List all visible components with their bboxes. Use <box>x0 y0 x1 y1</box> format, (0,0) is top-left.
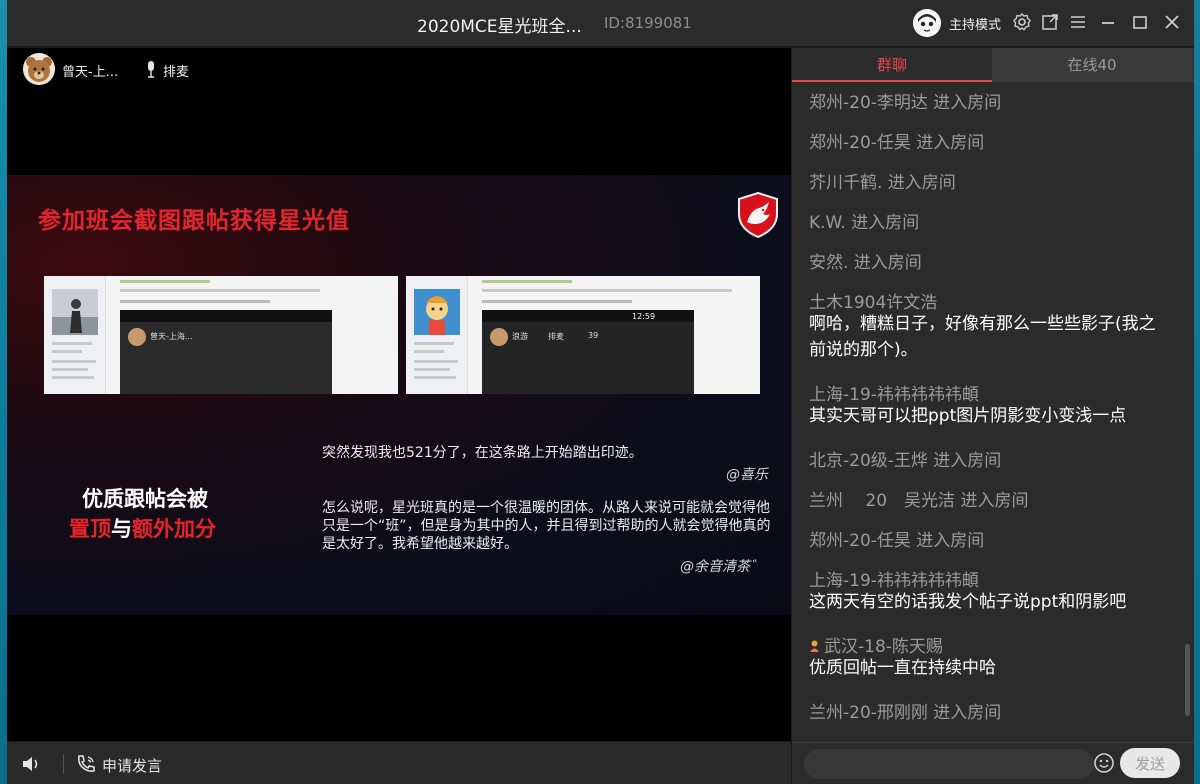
promo-line-1: 优质跟帖会被 <box>82 487 208 511</box>
chat-entry: 芥川千鹤. 进入房间 <box>809 173 956 193</box>
speaker-volume-icon[interactable] <box>21 754 43 774</box>
chat-entry: 郑州-20-任昊 进入房间 <box>809 531 985 551</box>
quote-1-author: @喜乐 <box>726 467 768 483</box>
slide-title: 参加班会截图跟帖获得星光值 <box>38 208 350 234</box>
chat-entry: 兰州 20 吴光洁 进入房间 <box>809 491 1029 511</box>
chat-sender-name: 武汉-18-陈天赐 <box>824 637 943 657</box>
chat-panel: 群聊 在线40 郑州-20-李明达 进入房间 郑州-20-任昊 进入房间 芥川千… <box>792 48 1194 784</box>
apply-speak-button[interactable]: 申请发言 <box>102 755 162 776</box>
screenshot-thumbnail-1: 曾天-上海... <box>44 276 398 394</box>
promo-highlight-bonus: 额外加分 <box>132 517 216 541</box>
minimize-icon[interactable] <box>1097 12 1119 34</box>
shared-slide: 参加班会截图跟帖获得星光值 曾天-上海... 12:59 浪游 排麦 39 突然… <box>7 175 791 615</box>
room-title: 2020MCE星光班全... <box>417 17 582 37</box>
emoji-icon[interactable] <box>1092 751 1116 775</box>
chat-message-list[interactable]: 郑州-20-李明达 进入房间 郑州-20-任昊 进入房间 芥川千鹤. 进入房间 … <box>792 82 1184 742</box>
popout-icon[interactable] <box>1039 12 1061 34</box>
desktop-edge-left <box>0 0 7 784</box>
msi-dragon-shield-logo <box>737 191 779 239</box>
chat-message-text: 这两天有空的话我发个帖子说ppt和阴影吧 <box>809 592 1127 612</box>
chat-sender[interactable]: 上海-19-祎祎祎祎祎頔 <box>809 566 979 591</box>
quote-2-author: @余音清茶゛ <box>680 559 764 575</box>
settings-gear-icon[interactable] <box>1011 12 1033 34</box>
chat-input-bar: 发送 <box>792 742 1194 784</box>
bottom-toolbar: 申请发言 <box>7 741 791 784</box>
menu-icon[interactable] <box>1067 12 1089 34</box>
title-bar: 2020MCE星光班全... ID:8199081 主持模式 <box>7 0 1194 47</box>
chat-message-text: 优质回帖一直在持续中哈 <box>809 658 996 678</box>
quote-1: 突然发现我也521分了，在这条路上开始踏出印迹。 <box>322 445 643 461</box>
promo-line-2: 置顶与额外加分 <box>69 513 216 543</box>
maximize-icon[interactable] <box>1129 12 1151 34</box>
shot2-phone-speaker: 浪游 <box>512 332 528 341</box>
desktop-edge-right <box>1194 0 1200 784</box>
send-button[interactable]: 发送 <box>1120 748 1180 778</box>
user-badge-icon <box>809 637 820 652</box>
quote-2: 怎么说呢，星光班真的是一个很温暖的团体。从路人来说可能就会觉得他只是一个“班”，… <box>322 500 771 552</box>
chat-sender[interactable]: 上海-19-祎祎祎祎祎頔 <box>809 380 979 405</box>
chat-sender-with-badge[interactable]: 武汉-18-陈天赐 <box>809 632 943 657</box>
shot2-phone-count: 39 <box>588 331 599 340</box>
shot2-phone-time: 12:59 <box>632 312 656 321</box>
main-stage: 曾天-上... 排麦 参加班会截图跟帖获得星光值 曾天-上海... 12:59 … <box>7 48 791 741</box>
tab-online-users[interactable]: 在线40 <box>992 48 1192 82</box>
chat-entry: 安然. 进入房间 <box>809 253 922 273</box>
speaker-name: 曾天-上... <box>62 65 119 80</box>
toolbar-divider <box>63 754 64 774</box>
chat-entry: 郑州-20-任昊 进入房间 <box>809 133 985 153</box>
room-id: ID:8199081 <box>604 14 692 32</box>
chat-message-text: 其实天哥可以把ppt图片阴影变小变浅一点 <box>809 406 1127 426</box>
chat-scrollbar[interactable] <box>1185 644 1190 716</box>
chat-entry: 兰州-20-邢刚刚 进入房间 <box>809 703 1002 723</box>
promo-highlight-pin: 置顶 <box>69 517 111 541</box>
promo-connector: 与 <box>111 517 132 541</box>
shot1-phone-speaker: 曾天-上海... <box>150 332 193 341</box>
chat-input[interactable] <box>804 749 1094 779</box>
panel-tabs: 群聊 在线40 <box>792 48 1194 82</box>
chat-entry: 郑州-20-李明达 进入房间 <box>809 93 1002 113</box>
phone-speak-icon[interactable] <box>75 753 97 775</box>
chat-entry: K.W. 进入房间 <box>809 213 920 233</box>
close-icon[interactable] <box>1161 12 1183 34</box>
chat-message-text: 啊哈，糟糕日子，好像有那么一些些影子(我之前说的那个)。 <box>809 314 1156 360</box>
screenshot-thumbnail-2: 12:59 浪游 排麦 39 <box>406 276 760 394</box>
mic-queue-button[interactable]: 排麦 <box>163 61 189 80</box>
chat-sender[interactable]: 土木1904许文浩 <box>809 288 937 313</box>
host-mode-label[interactable]: 主持模式 <box>949 14 1001 33</box>
speaker-avatar[interactable] <box>23 53 55 85</box>
host-avatar[interactable] <box>913 9 941 37</box>
shot2-phone-queue: 排麦 <box>548 332 564 341</box>
chat-entry: 北京-20级-王烨 进入房间 <box>809 451 1002 471</box>
app-window: 2020MCE星光班全... ID:8199081 主持模式 曾天-上... 排… <box>0 0 1200 784</box>
tab-group-chat[interactable]: 群聊 <box>792 48 992 82</box>
mic-icon[interactable] <box>145 60 157 78</box>
